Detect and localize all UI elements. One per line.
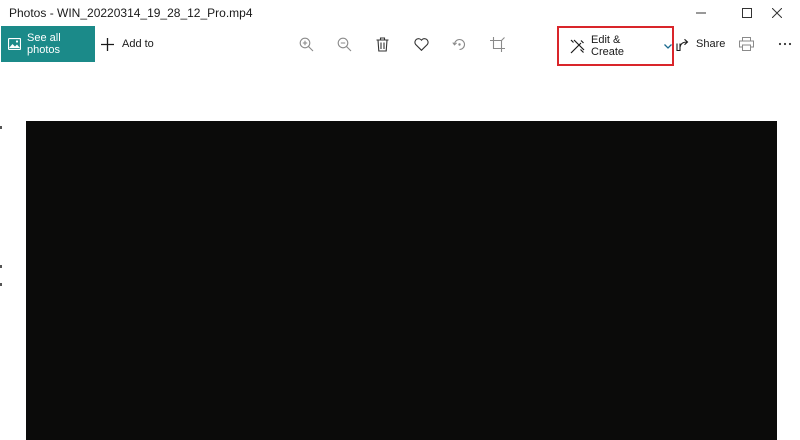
more-icon [778,42,792,46]
share-label: Share [696,38,726,50]
add-to-button[interactable]: Add to [101,26,154,62]
minimize-icon [696,12,706,14]
crop-icon [489,36,505,52]
zoom-out-icon [337,37,351,51]
see-all-photos-label: See all photos [27,32,61,56]
edit-create-icon [570,39,585,54]
rotate-icon [451,38,465,50]
zoom-in-icon [299,37,313,51]
more-options-button[interactable] [771,26,799,62]
edge-mark [0,283,2,286]
maximize-icon [742,8,752,18]
toolbar: See all photos Add to Edit & Create Shar… [0,26,800,66]
heart-icon [413,37,429,51]
close-button[interactable] [754,0,800,26]
edge-mark [0,265,2,268]
edge-mark [0,126,2,129]
crop-button[interactable] [483,26,511,62]
share-button[interactable]: Share [676,26,725,62]
see-all-photos-button[interactable]: See all photos [1,26,95,62]
add-to-label: Add to [122,38,154,50]
print-button[interactable] [732,26,760,62]
zoom-out-button[interactable] [330,26,358,62]
trash-icon [376,36,388,52]
favorite-button[interactable] [407,26,435,62]
rotate-button[interactable] [445,26,473,62]
minimize-button[interactable] [678,0,724,26]
video-frame[interactable] [26,121,777,440]
plus-icon [101,37,114,51]
window-title: Photos - WIN_20220314_19_28_12_Pro.mp4 [9,6,253,20]
chevron-down-icon [664,43,672,49]
title-bar: Photos - WIN_20220314_19_28_12_Pro.mp4 [0,0,800,26]
share-icon [676,38,690,51]
edit-create-button[interactable]: Edit & Create [557,26,674,66]
close-icon [772,8,782,18]
zoom-in-button[interactable] [292,26,320,62]
print-icon [738,37,754,51]
delete-button[interactable] [368,26,396,62]
edit-create-label: Edit & Create [591,34,625,58]
photos-icon [8,38,21,50]
